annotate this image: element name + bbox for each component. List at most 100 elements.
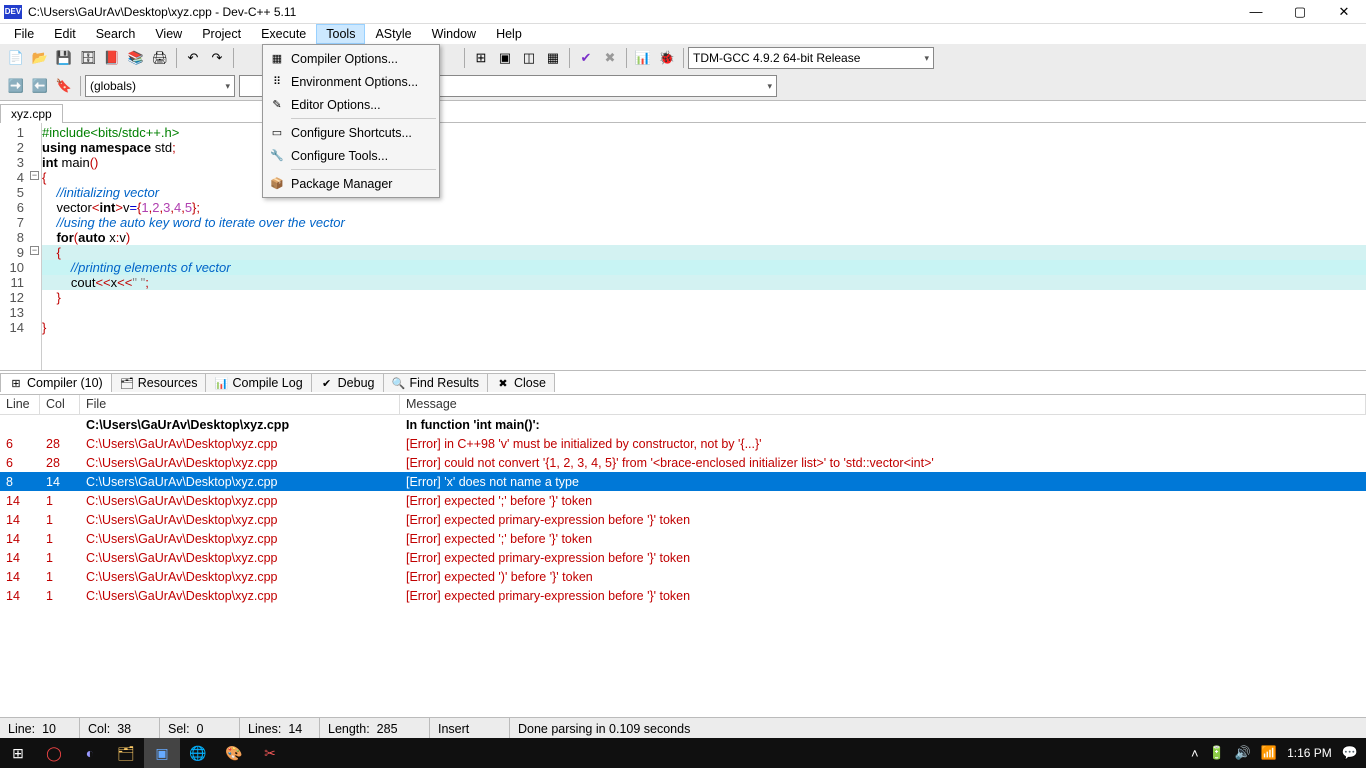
tray-clock[interactable]: 1:16 PM xyxy=(1287,746,1332,760)
run-icon[interactable]: ▣ xyxy=(494,47,516,69)
code-line[interactable]: for(auto x:v) xyxy=(42,230,1366,245)
code-line[interactable]: int main() xyxy=(42,155,1366,170)
menuitem-configure-shortcuts[interactable]: ▭Configure Shortcuts... xyxy=(265,121,437,144)
code-line[interactable]: } xyxy=(42,320,1366,335)
code-line[interactable]: //printing elements of vector xyxy=(42,260,1366,275)
code-line[interactable]: vector<int>v={1,2,3,4,5}; xyxy=(42,200,1366,215)
compiler-select[interactable]: TDM-GCC 4.9.2 64-bit Release ▾ xyxy=(688,47,934,69)
error-row[interactable]: 141C:\Users\GaUrAv\Desktop\xyz.cpp[Error… xyxy=(0,548,1366,567)
closeall-icon[interactable]: 📚 xyxy=(125,47,147,69)
menuitem-compiler-options[interactable]: ▦Compiler Options... xyxy=(265,47,437,70)
error-row[interactable]: 628C:\Users\GaUrAv\Desktop\xyz.cpp[Error… xyxy=(0,434,1366,453)
print-icon[interactable]: 🖨 xyxy=(149,47,171,69)
col-file[interactable]: File xyxy=(80,395,400,414)
error-row[interactable]: 141C:\Users\GaUrAv\Desktop\xyz.cpp[Error… xyxy=(0,510,1366,529)
col-line[interactable]: Line xyxy=(0,395,40,414)
code-editor[interactable]: 1234567891011121314 − − #include<bits/st… xyxy=(0,123,1366,371)
bottom-tab-close[interactable]: ✖Close xyxy=(487,373,555,392)
bottom-tab-debug[interactable]: ✔Debug xyxy=(311,373,384,392)
menuitem-package-manager[interactable]: 📦Package Manager xyxy=(265,172,437,195)
error-context-row[interactable]: C:\Users\GaUrAv\Desktop\xyz.cppIn functi… xyxy=(0,415,1366,434)
menuitem-environment-options[interactable]: ⠿Environment Options... xyxy=(265,70,437,93)
add-file-icon[interactable]: ⬅️ xyxy=(29,75,51,97)
menu-project[interactable]: Project xyxy=(192,24,251,44)
menuitem-label: Configure Shortcuts... xyxy=(291,126,412,140)
fold-box-icon[interactable]: − xyxy=(30,246,39,255)
eclipse-icon[interactable]: ◐ xyxy=(72,738,108,768)
error-row[interactable]: 141C:\Users\GaUrAv\Desktop\xyz.cpp[Error… xyxy=(0,586,1366,605)
code-line[interactable]: #include<bits/stdc++.h> xyxy=(42,125,1366,140)
start-icon[interactable]: ⊞ xyxy=(0,738,36,768)
debug-stop-icon[interactable]: ✖ xyxy=(599,47,621,69)
chrome-icon[interactable]: 🌐 xyxy=(180,738,216,768)
menu-file[interactable]: File xyxy=(4,24,44,44)
menu-astyle[interactable]: AStyle xyxy=(365,24,421,44)
code-area[interactable]: #include<bits/stdc++.h>using namespace s… xyxy=(42,123,1366,370)
maximize-button[interactable]: ▢ xyxy=(1278,0,1322,24)
menuitem-editor-options[interactable]: ✎Editor Options... xyxy=(265,93,437,116)
debug-check-icon[interactable]: ✔ xyxy=(575,47,597,69)
bottom-tab-compile-log[interactable]: 📊Compile Log xyxy=(205,373,311,392)
code-line[interactable]: { xyxy=(42,245,1366,260)
bookmark-icon[interactable]: 🔖 xyxy=(53,75,75,97)
save-icon[interactable]: 💾 xyxy=(53,47,75,69)
menu-edit[interactable]: Edit xyxy=(44,24,86,44)
rebuild-icon[interactable]: ▦ xyxy=(542,47,564,69)
code-line[interactable]: } xyxy=(42,290,1366,305)
code-line[interactable]: cout<<x<<" "; xyxy=(42,275,1366,290)
bottom-tab-resources[interactable]: 🗂Resources xyxy=(111,373,207,392)
code-line[interactable]: //using the auto key word to iterate ove… xyxy=(42,215,1366,230)
explorer-icon[interactable]: 🗂 xyxy=(108,738,144,768)
compile-run-icon[interactable]: ◫ xyxy=(518,47,540,69)
col-col[interactable]: Col xyxy=(40,395,80,414)
menu-execute[interactable]: Execute xyxy=(251,24,316,44)
notifications-icon[interactable]: 💬 xyxy=(1342,745,1358,761)
fold-box-icon[interactable]: − xyxy=(30,171,39,180)
devcpp-taskbar-icon[interactable]: ▣ xyxy=(144,738,180,768)
code-line[interactable]: //initializing vector xyxy=(42,185,1366,200)
undo-icon[interactable]: ↶ xyxy=(182,47,204,69)
fold-column[interactable]: − − xyxy=(30,123,42,370)
error-row[interactable]: 628C:\Users\GaUrAv\Desktop\xyz.cpp[Error… xyxy=(0,453,1366,472)
compile-icon[interactable]: ⊞ xyxy=(470,47,492,69)
menu-help[interactable]: Help xyxy=(486,24,532,44)
bottom-tab-find-results[interactable]: 🔍Find Results xyxy=(383,373,488,392)
code-line[interactable]: using namespace std; xyxy=(42,140,1366,155)
minimize-button[interactable]: — xyxy=(1234,0,1278,24)
error-row[interactable]: 141C:\Users\GaUrAv\Desktop\xyz.cpp[Error… xyxy=(0,567,1366,586)
menu-tools[interactable]: Tools xyxy=(316,24,365,44)
opera-icon[interactable]: ◯ xyxy=(36,738,72,768)
new-icon[interactable]: 📄 xyxy=(5,47,27,69)
tray-chevron-icon[interactable]: ˄ xyxy=(1191,746,1199,761)
battery-icon[interactable]: 🔋 xyxy=(1209,745,1225,761)
file-tab-xyz[interactable]: xyz.cpp xyxy=(0,104,63,123)
menuitem-label: Configure Tools... xyxy=(291,149,388,163)
error-row[interactable]: 814C:\Users\GaUrAv\Desktop\xyz.cpp[Error… xyxy=(0,472,1366,491)
paint-icon[interactable]: 🎨 xyxy=(216,738,252,768)
menu-view[interactable]: View xyxy=(145,24,192,44)
open-icon[interactable]: 📂 xyxy=(29,47,51,69)
windows-taskbar[interactable]: ⊞ ◯ ◐ 🗂 ▣ 🌐 🎨 ✂ ˄ 🔋 🔊 📶 1:16 PM 💬 xyxy=(0,738,1366,768)
code-line[interactable] xyxy=(42,305,1366,320)
saveall-icon[interactable]: 🗄 xyxy=(77,47,99,69)
menu-window[interactable]: Window xyxy=(422,24,486,44)
error-row[interactable]: 141C:\Users\GaUrAv\Desktop\xyz.cpp[Error… xyxy=(0,529,1366,548)
system-tray[interactable]: ˄ 🔋 🔊 📶 1:16 PM 💬 xyxy=(1191,745,1366,761)
menu-search[interactable]: Search xyxy=(86,24,146,44)
col-msg[interactable]: Message xyxy=(400,395,1366,414)
close-button[interactable]: ✕ xyxy=(1322,0,1366,24)
scope-select[interactable]: (globals) ▾ xyxy=(85,75,235,97)
compiler-select-value: TDM-GCC 4.9.2 64-bit Release xyxy=(693,51,860,65)
profile-icon[interactable]: 📊 xyxy=(632,47,654,69)
new-project-icon[interactable]: ➡️ xyxy=(5,75,27,97)
code-line[interactable]: { xyxy=(42,170,1366,185)
debug-red-icon[interactable]: 🐞 xyxy=(656,47,678,69)
menuitem-configure-tools[interactable]: 🔧Configure Tools... xyxy=(265,144,437,167)
snip-icon[interactable]: ✂ xyxy=(252,738,288,768)
bottom-tab-compiler[interactable]: ⊞Compiler (10) xyxy=(0,373,112,392)
wifi-icon[interactable]: 📶 xyxy=(1261,745,1277,761)
redo-icon[interactable]: ↷ xyxy=(206,47,228,69)
volume-icon[interactable]: 🔊 xyxy=(1235,745,1251,761)
close-file-icon[interactable]: 📕 xyxy=(101,47,123,69)
error-row[interactable]: 141C:\Users\GaUrAv\Desktop\xyz.cpp[Error… xyxy=(0,491,1366,510)
